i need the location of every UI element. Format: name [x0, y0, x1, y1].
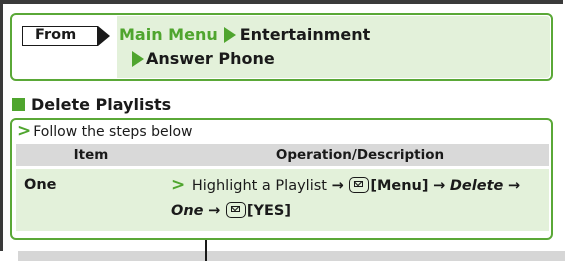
menu-path-main-menu: Main Menu: [119, 25, 218, 44]
triangle-bullet-icon: [132, 51, 144, 67]
right-arrow-icon: →: [507, 178, 521, 194]
table-row: One > Highlight a Playlist → [Menu] → De…: [16, 169, 549, 231]
op-key-yes: [YES]: [246, 203, 291, 219]
mail-key-icon: [349, 177, 370, 193]
menu-path-entertainment: Entertainment: [239, 25, 371, 44]
column-header-item: Item: [73, 147, 109, 163]
steps-intro-text: Follow the steps below: [33, 124, 193, 140]
menu-path-answer-phone: Answer Phone: [146, 49, 275, 68]
right-arrow-icon: →: [208, 203, 221, 219]
from-navigation-box: From Main Menu Entertainment Answer Phone: [10, 13, 553, 81]
menu-path-line-1: Main Menu Entertainment: [119, 25, 370, 44]
mail-key-icon: [225, 202, 246, 218]
chevron-right-icon: >: [17, 121, 32, 141]
steps-intro: > Follow the steps below: [17, 121, 192, 141]
row-operation: > Highlight a Playlist → [Menu] → Delete…: [171, 173, 546, 224]
row-item-label: One: [24, 177, 57, 193]
table-header: Item Operation/Description: [16, 144, 549, 166]
left-border-rule: [0, 0, 3, 251]
section-title: Delete Playlists: [31, 95, 172, 114]
op-step-one: One: [171, 203, 204, 219]
chevron-right-icon: >: [171, 175, 186, 195]
steps-box: > Follow the steps below Item Operation/D…: [10, 118, 553, 240]
column-header-operation: Operation/Description: [275, 147, 445, 163]
section-heading: Delete Playlists: [12, 95, 171, 114]
op-key-menu: [Menu]: [370, 178, 429, 194]
right-arrow-icon: →: [433, 178, 446, 194]
bottom-bar: [18, 251, 565, 261]
right-arrow-icon: →: [331, 178, 344, 194]
callout-line: [205, 240, 207, 261]
from-arrow-icon: [98, 26, 110, 46]
op-step-highlight: Highlight a Playlist: [191, 178, 327, 194]
from-label: From: [22, 26, 98, 46]
section-square-icon: [12, 98, 25, 111]
triangle-bullet-icon: [223, 27, 236, 43]
op-step-delete: Delete: [449, 178, 504, 194]
top-border-rule: [0, 0, 563, 4]
menu-path-line-2: Answer Phone: [132, 49, 275, 68]
